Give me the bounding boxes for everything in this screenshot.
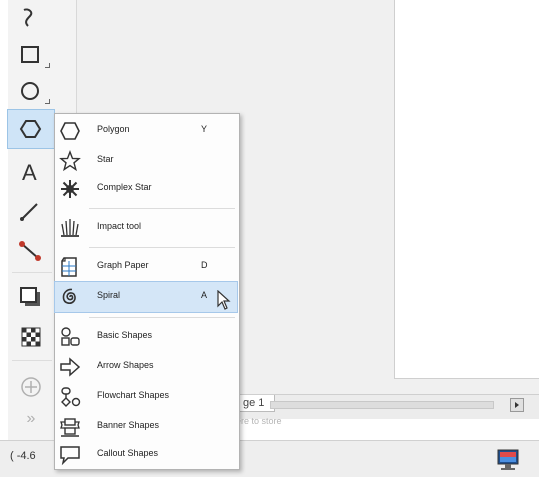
menu-item-complex-star[interactable]: Complex Star <box>55 174 237 204</box>
graph-paper-icon <box>61 257 77 277</box>
menu-item-star[interactable]: Star <box>55 146 237 176</box>
rectangle-tool[interactable] <box>8 36 54 74</box>
basic-shapes-icon <box>61 327 80 346</box>
parallel-dimension-tool[interactable] <box>8 192 54 230</box>
menu-separator <box>89 208 235 209</box>
menu-item-spiral[interactable]: Spiral A <box>54 281 238 313</box>
polygon-tool[interactable] <box>7 109 55 149</box>
menu-item-label: Complex Star <box>97 182 152 192</box>
mouse-cursor-icon <box>217 290 231 310</box>
freehand-tool[interactable] <box>8 0 54 38</box>
text-tool-icon: A <box>22 160 37 184</box>
flyout-arrow-icon <box>45 63 50 68</box>
menu-item-label: Basic Shapes <box>97 330 153 340</box>
menu-item-label: Flowchart Shapes <box>97 390 170 400</box>
menu-item-banner-shapes[interactable]: Banner Shapes <box>55 412 237 442</box>
menu-item-flowchart-shapes[interactable]: Flowchart Shapes <box>55 382 237 412</box>
more-tools-icon: » <box>26 410 36 427</box>
menu-item-impact-tool[interactable]: Impact tool <box>55 213 237 243</box>
banner-shapes-icon <box>60 418 80 437</box>
more-tools-button[interactable]: » <box>8 400 54 438</box>
impact-tool-icon <box>61 219 79 237</box>
menu-item-arrow-shapes[interactable]: Arrow Shapes <box>55 352 237 382</box>
menu-item-label: Impact tool <box>97 221 142 231</box>
drop-shadow-tool[interactable] <box>8 278 54 316</box>
spiral-icon <box>62 288 76 304</box>
cursor-coordinates: ( -4.6 <box>10 450 36 462</box>
menu-item-label: Graph Paper <box>97 260 149 270</box>
connector-tool-icon <box>19 241 41 261</box>
menu-item-label: Polygon <box>97 124 130 134</box>
polygon-tool-icon <box>19 120 42 138</box>
ellipse-tool-icon <box>21 82 39 100</box>
text-tool[interactable]: A <box>8 152 54 190</box>
drawing-page[interactable] <box>394 0 539 379</box>
menu-item-label: Banner Shapes <box>97 420 160 430</box>
callout-shapes-icon <box>60 446 80 466</box>
svg-text:A: A <box>22 160 37 184</box>
ellipse-tool[interactable] <box>8 72 54 110</box>
scroll-right-icon <box>515 402 519 408</box>
menu-item-label: Star <box>97 154 114 164</box>
menu-item-shortcut: A <box>201 290 208 300</box>
menu-item-shortcut: Y <box>201 124 208 134</box>
flowchart-shapes-icon <box>61 387 81 407</box>
add-tool-icon <box>21 377 41 397</box>
menu-item-label: Arrow Shapes <box>97 360 154 370</box>
parallel-dimension-tool-icon <box>20 203 38 221</box>
complex-star-icon <box>61 180 79 198</box>
menu-item-label: Spiral <box>97 290 121 300</box>
transparency-tool[interactable] <box>8 318 54 356</box>
polygon-icon <box>60 122 80 140</box>
menu-item-graph-paper[interactable]: Graph Paper D <box>55 252 237 282</box>
transparency-tool-icon <box>21 327 41 347</box>
page-tab-scrollbar[interactable] <box>270 401 494 409</box>
toolbox-separator <box>12 360 52 361</box>
menu-item-shortcut: D <box>201 260 208 270</box>
menu-separator <box>89 317 235 318</box>
menu-item-polygon[interactable]: Polygon Y <box>55 116 237 146</box>
menu-item-basic-shapes[interactable]: Basic Shapes <box>55 322 237 352</box>
menu-item-label: Callout Shapes <box>97 448 159 458</box>
app-window: A » ge 1 here to store (-4.6 Polygon Y … <box>0 0 539 477</box>
menu-separator <box>89 247 235 248</box>
flyout-arrow-icon <box>45 99 50 104</box>
freehand-tool-icon <box>23 8 33 27</box>
drop-shadow-tool-icon <box>20 287 40 306</box>
menu-item-callout-shapes[interactable]: Callout Shapes <box>55 440 237 470</box>
polygon-flyout-menu: Polygon Y Star Complex Star Impact tool … <box>54 113 240 470</box>
arrow-shapes-icon <box>60 357 81 377</box>
connector-tool[interactable] <box>8 232 54 270</box>
rectangle-tool-icon <box>21 46 39 63</box>
star-icon <box>59 150 81 172</box>
tab-scroll-button[interactable] <box>510 398 524 412</box>
toolbox-separator <box>12 272 52 273</box>
color-proof-monitor-icon[interactable] <box>496 449 520 471</box>
